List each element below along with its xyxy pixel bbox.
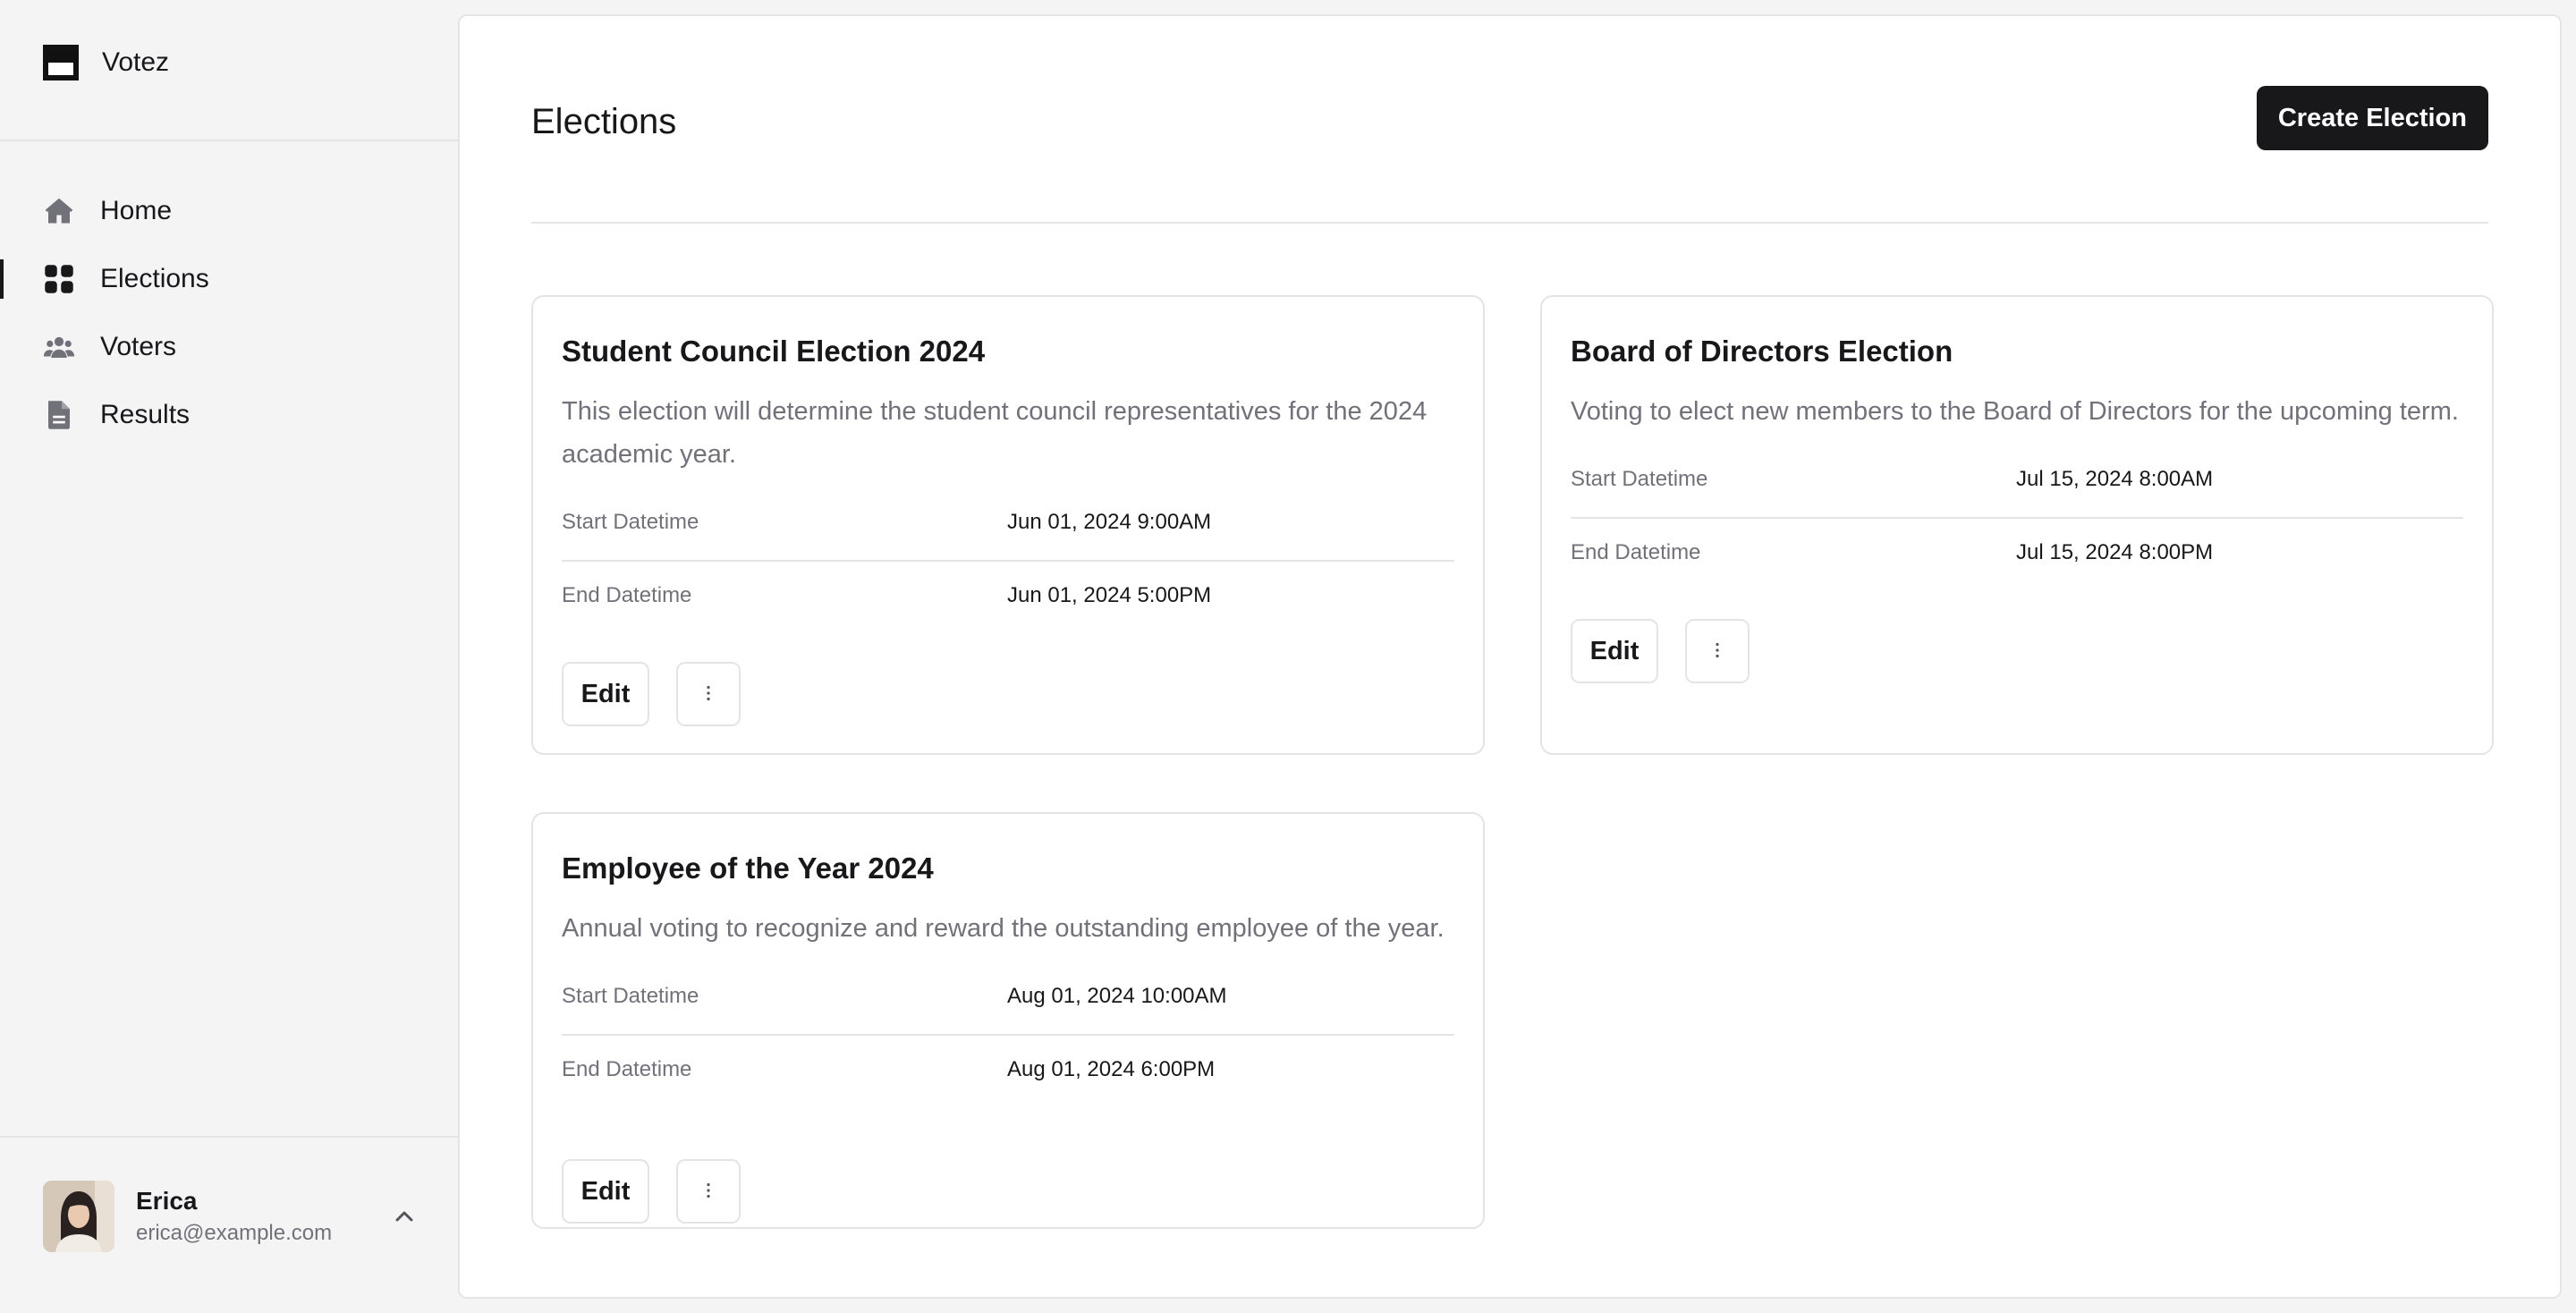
election-description: Voting to elect new members to the Board… [1571, 397, 2459, 426]
more-vertical-icon [698, 1180, 719, 1204]
sidebar: Votez Home Elections Voters Results Eric… [0, 0, 458, 1313]
start-datetime-row: Start Datetime Aug 01, 2024 10:00AM [562, 971, 1454, 1025]
end-datetime-label: End Datetime [1571, 540, 1701, 564]
brand[interactable]: Votez [43, 43, 169, 82]
app-root: Votez Home Elections Voters Results Eric… [0, 0, 2576, 1313]
more-options-button[interactable] [676, 1159, 741, 1224]
brand-logo-icon [43, 45, 79, 80]
sidebar-item-label: Elections [100, 264, 209, 293]
end-datetime-value: Jun 01, 2024 5:00PM [1007, 583, 1212, 607]
sidebar-item-home[interactable]: Home [0, 177, 458, 245]
create-election-button[interactable]: Create Election [2256, 86, 2488, 150]
user-menu[interactable]: Erica erica@example.com [43, 1179, 419, 1254]
more-vertical-icon [1707, 640, 1728, 664]
user-name: Erica [136, 1187, 198, 1215]
end-datetime-label: End Datetime [562, 1057, 692, 1081]
header-divider [531, 222, 2488, 224]
sidebar-divider [0, 140, 458, 141]
sidebar-item-label: Home [100, 196, 173, 225]
election-title: Student Council Election 2024 [562, 335, 986, 368]
page-title: Elections [531, 102, 677, 141]
election-description: This election will determine the student… [562, 397, 1428, 469]
sidebar-item-results[interactable]: Results [0, 381, 458, 449]
chevron-up-icon[interactable] [390, 1202, 419, 1231]
election-title: Board of Directors Election [1571, 335, 1953, 368]
avatar [43, 1181, 114, 1252]
main-panel: Elections Create Election Student Counci… [458, 14, 2562, 1299]
end-datetime-row: End Datetime Jun 01, 2024 5:00PM [562, 571, 1454, 624]
datetime-divider [562, 560, 1454, 562]
grid-icon [43, 263, 75, 295]
election-card: Board of Directors Election Voting to el… [1540, 295, 2494, 755]
datetime-divider [1571, 517, 2463, 519]
sidebar-item-label: Voters [100, 332, 177, 361]
end-datetime-label: End Datetime [562, 583, 692, 607]
more-vertical-icon [698, 682, 719, 707]
start-datetime-label: Start Datetime [562, 510, 699, 534]
election-card: Employee of the Year 2024 Annual voting … [531, 812, 1485, 1229]
election-description: Annual voting to recognize and reward th… [562, 914, 1445, 943]
end-datetime-value: Jul 15, 2024 8:00PM [2016, 540, 2214, 564]
sidebar-item-elections[interactable]: Elections [0, 245, 458, 313]
start-datetime-label: Start Datetime [1571, 467, 1708, 491]
user-info: Erica erica@example.com [136, 1187, 332, 1246]
edit-button[interactable]: Edit [1571, 619, 1658, 683]
start-datetime-value: Jun 01, 2024 9:00AM [1007, 510, 1212, 534]
more-options-button[interactable] [676, 662, 741, 726]
start-datetime-row: Start Datetime Jun 01, 2024 9:00AM [562, 497, 1454, 551]
sidebar-item-label: Results [100, 400, 191, 429]
sidebar-nav: Home Elections Voters Results [0, 177, 458, 449]
users-icon [43, 331, 75, 363]
start-datetime-row: Start Datetime Jul 15, 2024 8:00AM [1571, 454, 2463, 508]
brand-name: Votez [102, 47, 170, 77]
sidebar-item-voters[interactable]: Voters [0, 313, 458, 381]
start-datetime-label: Start Datetime [562, 984, 699, 1008]
election-card: Student Council Election 2024 This elect… [531, 295, 1485, 755]
edit-button[interactable]: Edit [562, 1159, 649, 1224]
end-datetime-value: Aug 01, 2024 6:00PM [1007, 1057, 1216, 1081]
start-datetime-value: Jul 15, 2024 8:00AM [2016, 467, 2214, 491]
start-datetime-value: Aug 01, 2024 10:00AM [1007, 984, 1227, 1008]
user-email: erica@example.com [136, 1221, 333, 1245]
home-icon [43, 195, 75, 227]
document-icon [43, 399, 75, 431]
election-title: Employee of the Year 2024 [562, 851, 934, 885]
end-datetime-row: End Datetime Aug 01, 2024 6:00PM [562, 1045, 1454, 1098]
sidebar-bottom-divider [0, 1136, 458, 1138]
more-options-button[interactable] [1685, 619, 1750, 683]
end-datetime-row: End Datetime Jul 15, 2024 8:00PM [1571, 528, 2463, 581]
edit-button[interactable]: Edit [562, 662, 649, 726]
datetime-divider [562, 1034, 1454, 1036]
